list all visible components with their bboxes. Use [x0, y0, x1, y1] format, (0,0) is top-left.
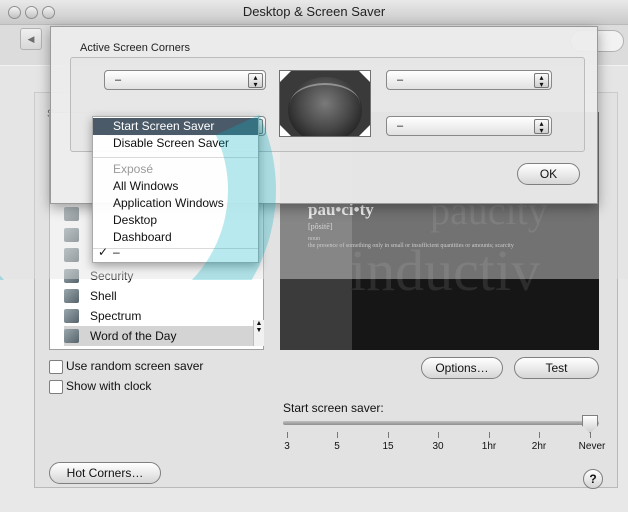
corner-action-menu: Start Screen Saver Disable Screen Saver …	[92, 116, 259, 263]
screensaver-icon	[64, 309, 79, 323]
bottom-right-corner-popup[interactable]: – ▴ ▾	[386, 116, 552, 136]
popup-arrows-icon: ▴▾	[534, 119, 549, 135]
slider-tick-label: 5	[334, 441, 340, 452]
checkmark-icon: ✓	[98, 245, 109, 259]
start-screen-saver-label: Start screen saver:	[283, 401, 384, 415]
popup-value: –	[397, 120, 404, 132]
corner-marker-top-left	[280, 71, 291, 82]
slider-tick	[539, 432, 540, 438]
show-clock-checkbox[interactable]	[49, 380, 63, 394]
random-screen-saver-checkbox[interactable]	[49, 360, 63, 374]
corner-markers	[280, 71, 370, 136]
slider-tick	[438, 432, 439, 438]
screen-corners-preview	[279, 70, 371, 137]
slider-tick-label: 2hr	[531, 441, 547, 452]
slider-tick-label: Never	[578, 441, 606, 452]
slider-tick	[287, 432, 288, 438]
screensaver-icon	[64, 329, 79, 343]
top-left-corner-popup[interactable]: – ▴ ▾	[104, 70, 266, 90]
menu-heading-expose: Exposé	[113, 162, 154, 176]
list-item-label: Shell	[90, 289, 117, 303]
ok-button[interactable]: OK	[517, 163, 580, 185]
list-item-label: Word of the Day	[90, 329, 177, 343]
menu-item-application-windows[interactable]: Application Windows	[93, 195, 258, 212]
list-item[interactable]: Spectrum	[64, 306, 250, 326]
list-scrollbar[interactable]: ▲ ▼	[253, 320, 264, 346]
list-item-label: Spectrum	[90, 309, 142, 323]
list-item-selected[interactable]: Word of the Day	[64, 326, 253, 346]
random-screen-saver-label: Use random screen saver	[66, 359, 204, 373]
slider-tick-label: 3	[284, 441, 290, 452]
slider-tick-label: 30	[432, 441, 444, 452]
popup-arrows-icon: ▴▾	[534, 73, 549, 89]
screensaver-icon	[64, 289, 79, 303]
corner-marker-bottom-right	[359, 125, 370, 136]
slider-tick	[590, 432, 591, 438]
start-screen-saver-slider[interactable]	[283, 421, 599, 425]
menu-separator	[93, 157, 258, 158]
slider-tick	[489, 432, 490, 438]
top-right-corner-popup[interactable]: – ▴ ▾	[386, 70, 552, 90]
popup-value: –	[397, 74, 404, 86]
window-title: Desktop & Screen Saver	[242, 4, 386, 19]
options-button[interactable]: Options…	[421, 357, 503, 379]
menu-item-disable-screen-saver[interactable]: Disable Screen Saver	[93, 135, 258, 152]
corner-marker-bottom-left	[280, 125, 291, 136]
help-icon: ?	[589, 472, 597, 486]
test-button[interactable]: Test	[514, 357, 599, 379]
hot-corners-button[interactable]: Hot Corners…	[49, 462, 161, 484]
menu-item-desktop[interactable]: Desktop	[93, 212, 258, 229]
show-clock-label: Show with clock	[66, 379, 152, 393]
popup-arrows-icon: ▴▾	[248, 73, 263, 89]
help-button[interactable]: ?	[583, 469, 603, 489]
slider-tick	[388, 432, 389, 438]
corner-marker-top-right	[359, 71, 370, 82]
menu-item-none[interactable]: ✓ –	[93, 244, 258, 261]
slider-tick-label: 1hr	[481, 441, 497, 452]
slider-tick	[337, 432, 338, 438]
sheet-title: Active Screen Corners	[80, 42, 191, 54]
menu-item-all-windows[interactable]: All Windows	[93, 178, 258, 195]
menu-item-start-screen-saver[interactable]: Start Screen Saver	[93, 118, 258, 135]
popup-value: –	[115, 74, 122, 86]
slider-tick-label: 15	[382, 441, 394, 452]
list-item[interactable]: Shell	[64, 286, 250, 306]
